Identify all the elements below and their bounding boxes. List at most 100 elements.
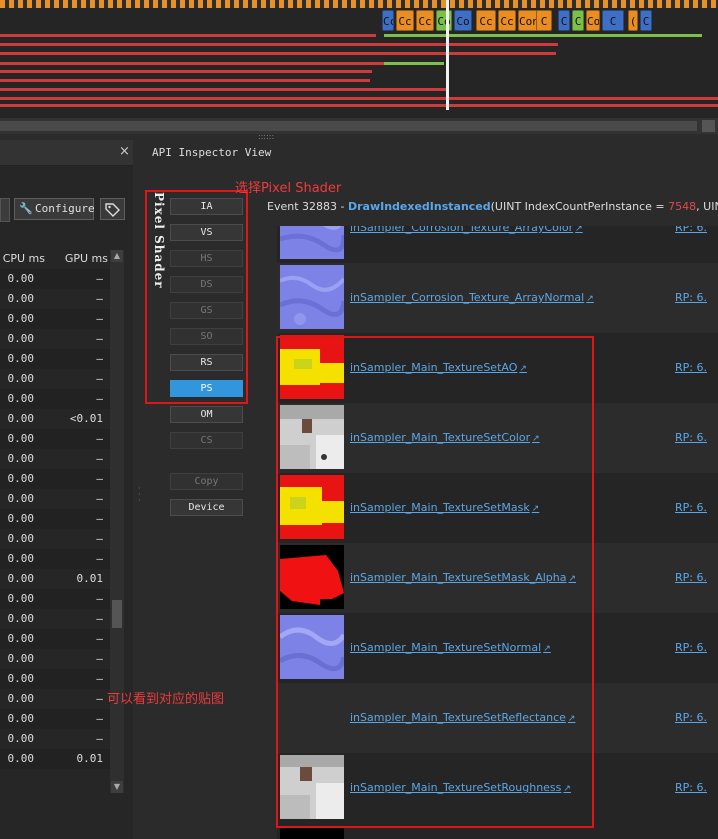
- texture-thumbnail[interactable]: [280, 615, 344, 679]
- timeline-event-chip[interactable]: C: [640, 10, 652, 31]
- timeline-event-chip[interactable]: Con: [518, 10, 538, 31]
- texture-name-link[interactable]: inSampler_Main_TextureSetNormal ↗: [350, 613, 551, 683]
- texture-rp-link[interactable]: RP: 6.: [675, 753, 707, 823]
- timeline-event-chip[interactable]: Co: [436, 10, 452, 31]
- timeline-event-chip[interactable]: Cc: [396, 10, 414, 31]
- stage-button-gs[interactable]: GS: [170, 302, 243, 319]
- column-header-gpu[interactable]: GPU ms: [60, 250, 108, 268]
- table-row[interactable]: 0.00 –: [0, 689, 110, 709]
- table-row[interactable]: 0.00 –: [0, 609, 110, 629]
- texture-name-link[interactable]: inSampler_Main_TextureSetColor ↗: [350, 403, 540, 473]
- texture-rp-link[interactable]: RP: 6.: [675, 543, 707, 613]
- column-header-cpu[interactable]: CPU ms: [0, 250, 45, 268]
- table-row[interactable]: 0.00 –: [0, 429, 110, 449]
- texture-name-link[interactable]: inSampler_Main_TextureSetMask_Alpha ↗: [350, 543, 576, 613]
- timeline-scroll-end-button[interactable]: [702, 120, 715, 132]
- close-icon[interactable]: ×: [119, 144, 130, 159]
- stage-button-ps[interactable]: PS: [170, 380, 243, 397]
- texture-row[interactable]: inSampler_Main_TextureSetColor ↗ RP: 6.: [277, 403, 718, 473]
- texture-thumbnail[interactable]: [280, 475, 344, 539]
- stage-button-ds[interactable]: DS: [170, 276, 243, 293]
- table-row[interactable]: 0.00 –: [0, 509, 110, 529]
- copy-button[interactable]: Copy: [170, 473, 243, 490]
- texture-thumbnail[interactable]: [280, 755, 344, 819]
- timeline-event-chip[interactable]: Con: [586, 10, 600, 31]
- timeline-event-chip[interactable]: C: [558, 10, 570, 31]
- table-row[interactable]: 0.00 –: [0, 549, 110, 569]
- stage-button-rs[interactable]: RS: [170, 354, 243, 371]
- texture-rp-link[interactable]: RP: 6.: [675, 683, 707, 753]
- texture-name-link[interactable]: inSampler_Main_TextureSetRoughness ↗: [350, 753, 571, 823]
- tag-button[interactable]: [100, 198, 125, 220]
- table-row[interactable]: 0.00 –: [0, 329, 110, 349]
- device-button[interactable]: Device: [170, 499, 243, 516]
- table-row[interactable]: 0.00 –: [0, 449, 110, 469]
- table-row[interactable]: 0.00 –: [0, 589, 110, 609]
- stage-button-so[interactable]: SO: [170, 328, 243, 345]
- scroll-thumb[interactable]: [112, 600, 122, 628]
- texture-thumbnail[interactable]: [280, 545, 344, 609]
- timeline-cursor[interactable]: [446, 0, 449, 110]
- scroll-down-icon[interactable]: ▼: [111, 781, 123, 793]
- splitter-handle[interactable]: ::::::: [258, 133, 278, 141]
- texture-row[interactable]: inSampler_Main_TextureSetRoughness ↗ RP: 6…: [277, 753, 718, 823]
- texture-name-link[interactable]: inSampler_Corrosion_Texture_ArrayNormal ↗: [350, 263, 594, 333]
- texture-thumbnail[interactable]: [280, 265, 344, 329]
- timeline-scroll-thumb[interactable]: [0, 121, 697, 131]
- timeline-event-chip[interactable]: Cc: [416, 10, 434, 31]
- texture-rp-link[interactable]: RP: 6.: [675, 473, 707, 543]
- texture-rp-link[interactable]: RP: 6.: [675, 226, 707, 263]
- timeline-event-chip[interactable]: Cc: [498, 10, 516, 31]
- table-row[interactable]: 0.00 0.01: [0, 749, 110, 769]
- table-row[interactable]: 0.00 –: [0, 729, 110, 749]
- timeline[interactable]: CcCcCcCoCoCcCcConCCCConC(C: [0, 0, 718, 118]
- panel-resize-grip[interactable]: · · ·: [138, 485, 142, 505]
- table-row[interactable]: 0.00 –: [0, 709, 110, 729]
- table-row[interactable]: 0.00 <0.01: [0, 409, 110, 429]
- stage-button-ia[interactable]: IA: [170, 198, 243, 215]
- table-row[interactable]: 0.00 –: [0, 489, 110, 509]
- table-row[interactable]: 0.00 –: [0, 649, 110, 669]
- timeline-event-chip[interactable]: C: [536, 10, 552, 31]
- texture-row[interactable]: inSampler_Main_TextureSetNormal ↗ RP: 6.: [277, 613, 718, 683]
- vertical-scrollbar[interactable]: ▲ ▼: [110, 250, 124, 793]
- table-row[interactable]: 0.00 –: [0, 369, 110, 389]
- texture-name-link[interactable]: inSampler_Corrosion_Texture_ArrayColor ↗: [350, 226, 583, 263]
- timeline-scrollbar[interactable]: [0, 118, 718, 134]
- table-row[interactable]: 0.00 –: [0, 529, 110, 549]
- dropdown-button[interactable]: [0, 198, 10, 222]
- timeline-event-chip[interactable]: C: [572, 10, 584, 31]
- texture-rp-link[interactable]: RP: 6.: [675, 613, 707, 683]
- table-row[interactable]: 0.00 –: [0, 469, 110, 489]
- texture-row[interactable]: inSampler_Main_TextureSetReflectance ↗ RP:…: [277, 683, 718, 753]
- stage-button-cs[interactable]: CS: [170, 432, 243, 449]
- scroll-up-icon[interactable]: ▲: [111, 250, 123, 262]
- texture-row[interactable]: inSampler_Corrosion_Texture_ArrayColor ↗ R…: [277, 226, 718, 263]
- event-call-link[interactable]: DrawIndexedInstanced: [348, 200, 491, 213]
- timeline-event-chip[interactable]: Co: [454, 10, 472, 31]
- texture-thumbnail[interactable]: [280, 226, 344, 259]
- table-row[interactable]: 0.00 –: [0, 289, 110, 309]
- texture-row[interactable]: inSampler_Main_TextureSetMask ↗ RP: 6.: [277, 473, 718, 543]
- texture-name-link[interactable]: inSampler_Main_TextureSetAO ↗: [350, 333, 527, 403]
- texture-row[interactable]: inSampler_Corrosion_Texture_ArrayNormal ↗…: [277, 263, 718, 333]
- texture-thumbnail[interactable]: [280, 405, 344, 469]
- texture-thumbnail[interactable]: [280, 335, 344, 399]
- texture-thumbnail[interactable]: [280, 685, 344, 749]
- timeline-event-chip[interactable]: (: [628, 10, 638, 31]
- stage-button-vs[interactable]: VS: [170, 224, 243, 241]
- table-row[interactable]: 0.00 –: [0, 269, 110, 289]
- table-row[interactable]: 0.00 –: [0, 629, 110, 649]
- table-row[interactable]: 0.00 –: [0, 669, 110, 689]
- texture-name-link[interactable]: inSampler_Main_TextureSetReflectance ↗: [350, 683, 575, 753]
- texture-rp-link[interactable]: RP: 6.: [675, 333, 707, 403]
- table-row[interactable]: 0.00 –: [0, 349, 110, 369]
- stage-button-hs[interactable]: HS: [170, 250, 243, 267]
- table-row[interactable]: 0.00 –: [0, 389, 110, 409]
- table-row[interactable]: 0.00 –: [0, 309, 110, 329]
- texture-row[interactable]: inSampler_Main_TextureSetMask_Alpha ↗ RP: …: [277, 543, 718, 613]
- timeline-event-chip[interactable]: C: [602, 10, 624, 31]
- texture-rp-link[interactable]: RP: 6.: [675, 403, 707, 473]
- stage-button-om[interactable]: OM: [170, 406, 243, 423]
- texture-row[interactable]: inSampler_Main_TextureSetAO ↗ RP: 6.: [277, 333, 718, 403]
